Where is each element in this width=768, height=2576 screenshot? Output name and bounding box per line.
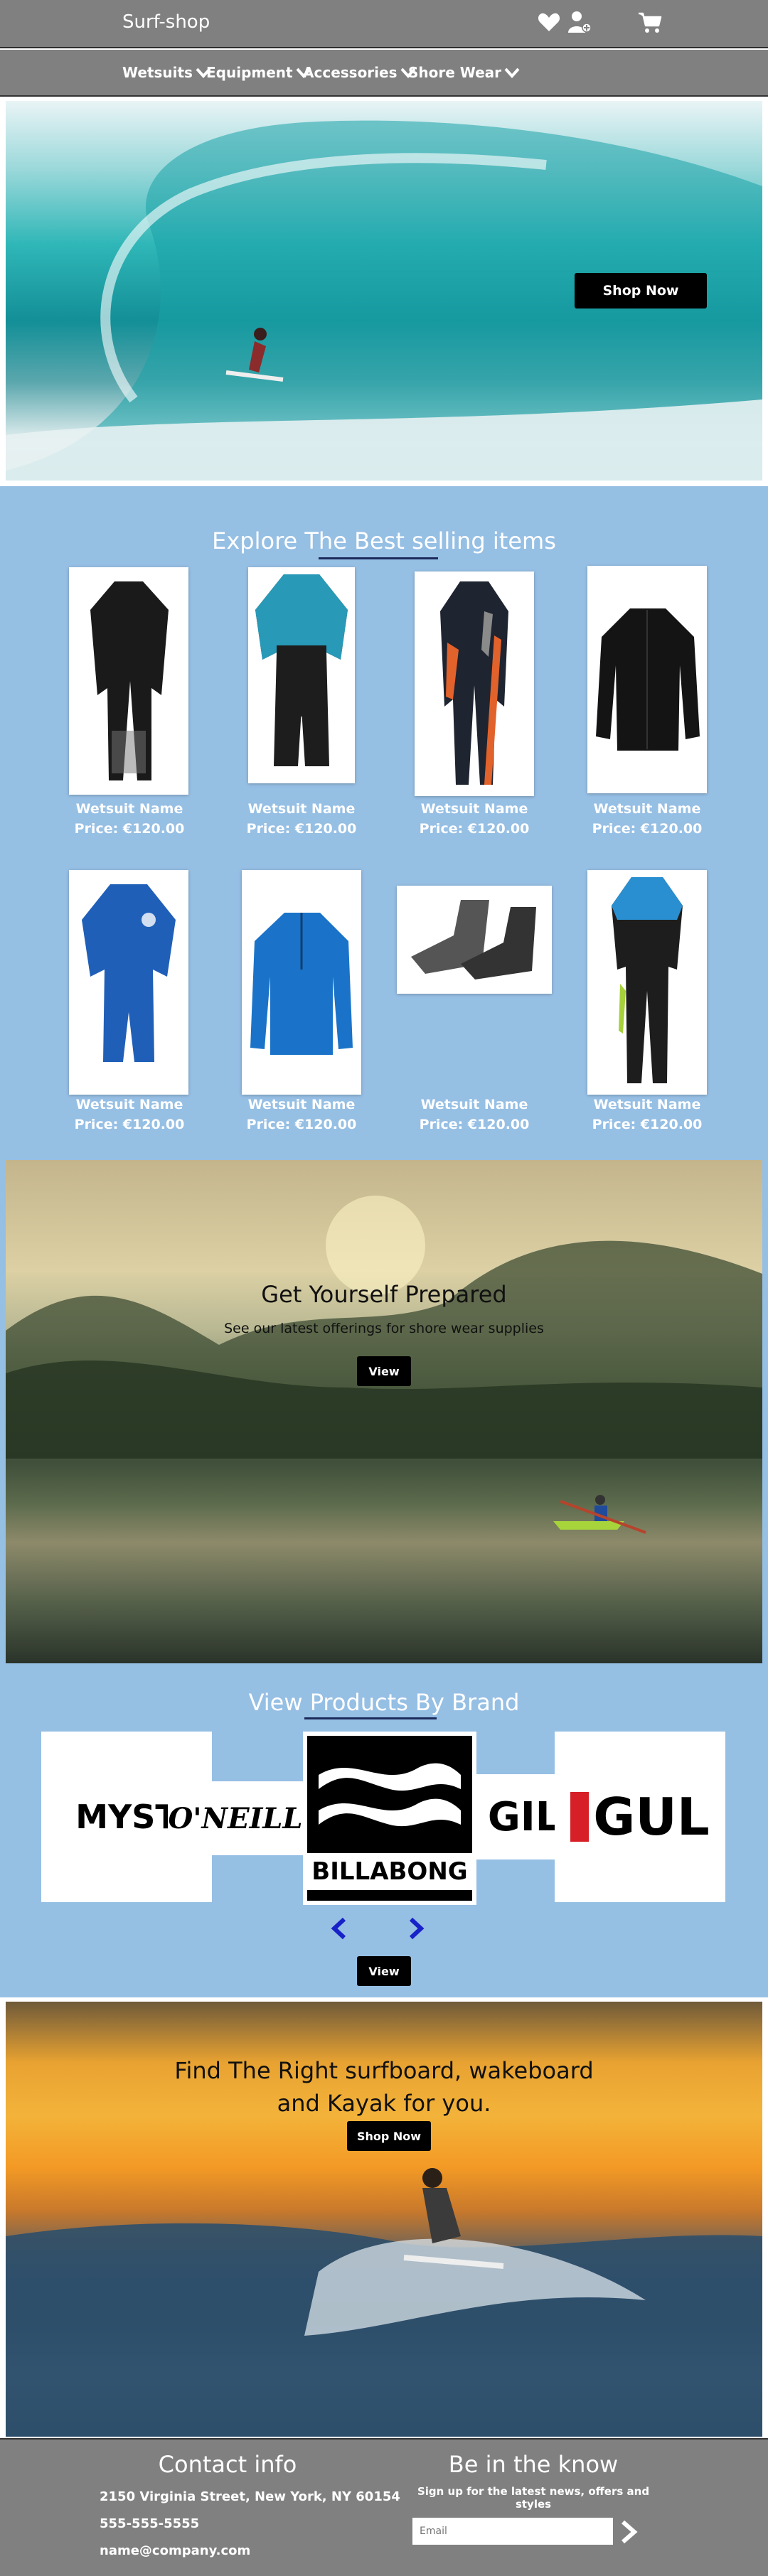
best-selling-section: Explore The Best selling items Wetsuit N…	[0, 486, 768, 1153]
submit-arrow-icon[interactable]	[619, 2519, 640, 2545]
nav-label: Wetsuits	[122, 64, 193, 81]
newsletter-email-input[interactable]	[412, 2518, 613, 2545]
product-card[interactable]	[69, 567, 188, 795]
product-price: Price: €120.00	[246, 821, 357, 837]
product-name: Wetsuit Name	[420, 801, 528, 817]
contact-address: 2150 Virginia Street, New York, NY 60154	[100, 2489, 400, 2504]
prepared-subtitle: See our latest offerings for shore wear …	[224, 1321, 544, 1336]
product-name: Wetsuit Name	[247, 801, 356, 817]
chevron-down-icon	[504, 68, 520, 78]
brands-title: View Products By Brand	[248, 1689, 520, 1716]
nav-accessories[interactable]: Accessories	[303, 64, 416, 81]
nav-equipment[interactable]: Equipment	[206, 64, 311, 81]
brand-billabong[interactable]: BILLABONG	[303, 1732, 476, 1905]
brand-logo[interactable]: Surf-shop	[122, 11, 210, 33]
hero-banner: Shop Now	[6, 101, 762, 481]
brand-gul[interactable]: GUL	[555, 1732, 725, 1902]
brand-oneill[interactable]: O'NEILL	[168, 1781, 303, 1855]
brand-logo-text: MYST	[75, 1798, 178, 1836]
product-price: Price: €120.00	[74, 821, 185, 837]
add-user-icon[interactable]	[567, 10, 593, 34]
carousel-next-icon[interactable]	[405, 1916, 427, 1941]
prepared-banner: Get Yourself Prepared See our latest off…	[6, 1160, 762, 1663]
product-name: Wetsuit Name	[593, 801, 701, 817]
product-price: Price: €120.00	[592, 821, 703, 837]
product-price: Price: €120.00	[592, 1117, 703, 1132]
contact-title: Contact info	[158, 2451, 297, 2478]
main-nav: Wetsuits Equipment Accessories Shore Wea…	[0, 50, 768, 97]
product-name: Wetsuit Name	[75, 801, 183, 817]
surf-banner: Find The Right surfboard, wakeboard and …	[6, 2002, 762, 2437]
product-price: Price: €120.00	[419, 1117, 530, 1132]
brand-logo-text: GUL	[593, 1787, 710, 1847]
title-underline	[319, 557, 438, 559]
product-card[interactable]	[69, 870, 188, 1095]
product-price: Price: €120.00	[74, 1117, 185, 1132]
product-name: Wetsuit Name	[75, 1097, 183, 1112]
carousel-prev-icon[interactable]	[329, 1916, 350, 1941]
wetsuit-image	[255, 574, 348, 766]
product-name: Wetsuit Name	[247, 1097, 356, 1112]
product-name: Wetsuit Name	[420, 1097, 528, 1112]
prepared-title: Get Yourself Prepared	[261, 1281, 507, 1308]
jacket-image	[250, 913, 353, 1055]
wetsuit-image	[440, 581, 508, 785]
newsletter-subtitle: Sign up for the latest news, offers and …	[417, 2485, 650, 2511]
hero-shop-now-button[interactable]: Shop Now	[575, 273, 707, 308]
contact-phone[interactable]: 555-555-5555	[100, 2516, 199, 2531]
cart-icon[interactable]	[637, 11, 663, 34]
title-underline	[304, 1717, 437, 1719]
surf-title-line: Find The Right surfboard, wakeboard	[174, 2057, 594, 2084]
wetsuit-image	[82, 884, 176, 1062]
heart-icon[interactable]	[538, 11, 560, 33]
billabong-wave-icon	[319, 1763, 461, 1827]
product-price: Price: €120.00	[246, 1117, 357, 1132]
contact-email[interactable]: name@company.com	[100, 2543, 250, 2558]
brand-logo-text: O'NEILL	[168, 1801, 303, 1835]
product-price: Price: €120.00	[419, 821, 530, 837]
product-card[interactable]	[242, 870, 361, 1095]
newsletter-title: Be in the know	[448, 2451, 619, 2478]
nav-label: Shore Wear	[408, 64, 502, 81]
wetsuit-image	[612, 877, 683, 1083]
lake-image	[6, 1196, 762, 1534]
gul-red-mark	[570, 1792, 590, 1842]
surf-title-line: and Kayak for you.	[277, 2090, 491, 2117]
brands-section: View Products By Brand MYST O'NEILL BILL…	[0, 1675, 768, 1997]
prepared-view-button[interactable]: View	[357, 1356, 411, 1386]
product-name: Wetsuit Name	[593, 1097, 701, 1112]
product-card[interactable]	[415, 571, 534, 796]
nav-label: Equipment	[206, 64, 293, 81]
product-card[interactable]	[587, 870, 707, 1095]
nav-shore-wear[interactable]: Shore Wear	[408, 64, 520, 81]
wetsuit-image	[90, 581, 169, 780]
booties-image	[411, 900, 536, 980]
section-title: Explore The Best selling items	[212, 527, 556, 554]
product-card[interactable]	[397, 886, 552, 994]
kayak-figure	[553, 1495, 646, 1534]
footer: Contact info 2150 Virginia Street, New Y…	[0, 2438, 768, 2576]
nav-wetsuits[interactable]: Wetsuits	[122, 64, 211, 81]
product-card[interactable]	[587, 566, 707, 793]
brands-view-button[interactable]: View	[357, 1956, 411, 1986]
surf-shop-now-button[interactable]: Shop Now	[347, 2121, 431, 2151]
surf-title: Find The Right surfboard, wakeboard and …	[6, 2054, 762, 2120]
jacket-image	[596, 608, 700, 751]
product-card[interactable]	[248, 567, 355, 783]
brand-logo-text: BILLABONG	[307, 1853, 472, 1890]
nav-label: Accessories	[303, 64, 398, 81]
top-header: Surf-shop	[0, 0, 768, 48]
